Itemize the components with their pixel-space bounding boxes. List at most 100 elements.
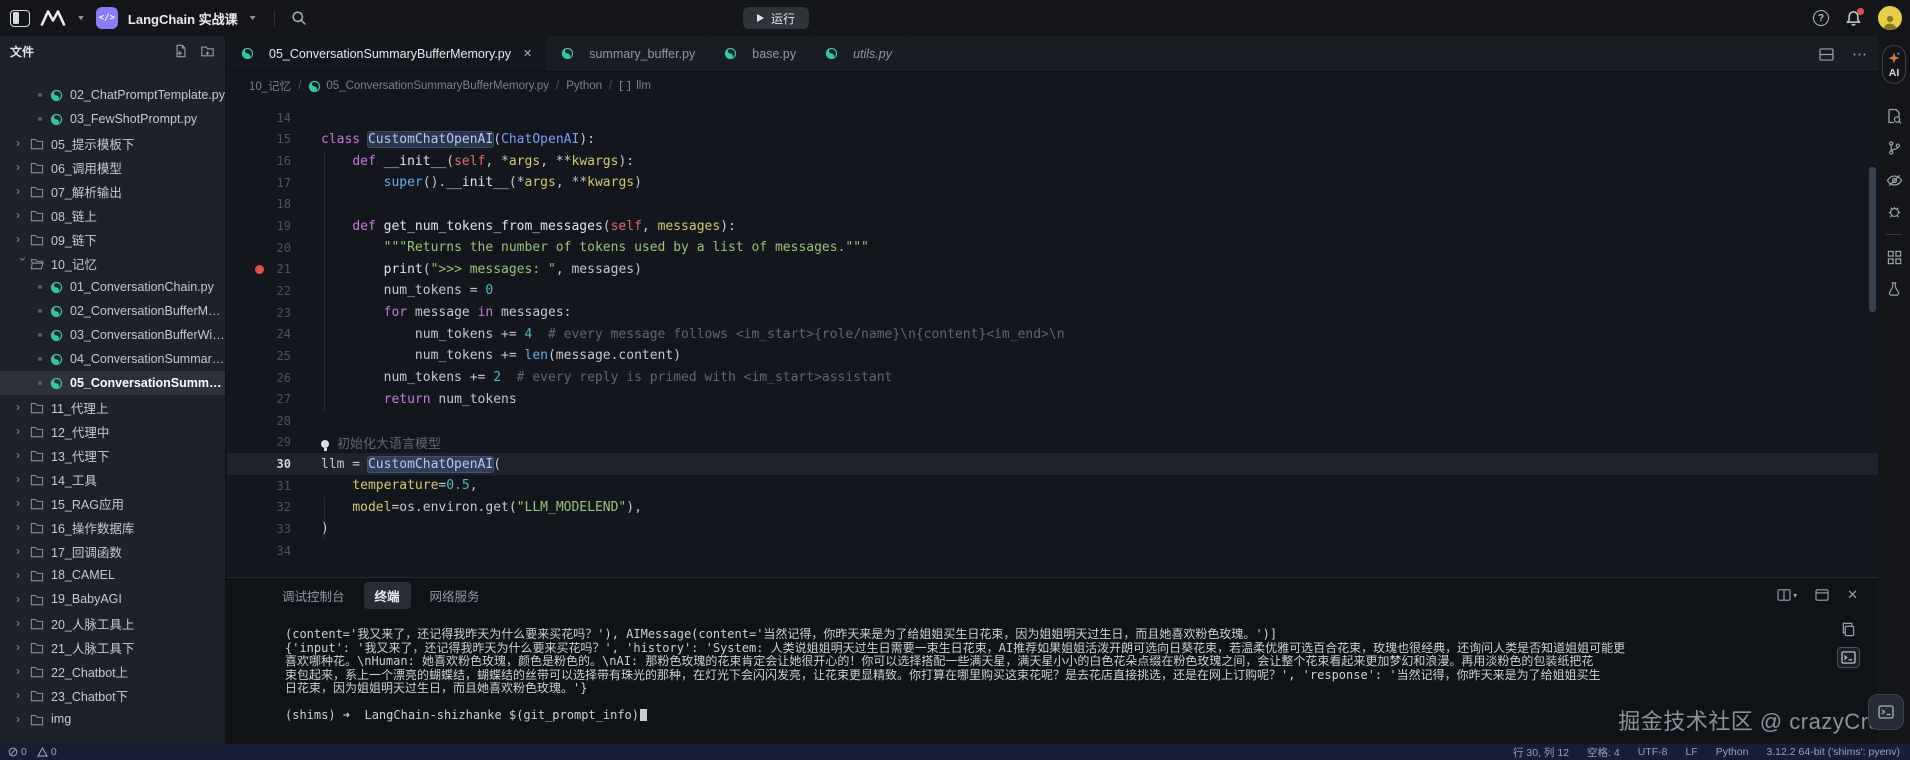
code-line-21[interactable]: 21 print(">>> messages: ", messages) [227,258,1878,280]
code-line-20[interactable]: 20 """Returns the number of tokens used … [227,237,1878,259]
avatar[interactable] [1878,6,1902,30]
new-file-icon[interactable] [174,44,188,58]
run-button[interactable]: 运行 [743,7,809,29]
copy-output-icon[interactable] [1841,622,1856,637]
sidebar-item-2[interactable]: ›05_提示模板下 [0,131,225,155]
errors-indicator[interactable]: 0 [8,746,27,758]
sidebar-item-9[interactable]: 02_ConversationBufferMemor... [0,299,225,323]
sidebar-item-26[interactable]: ›img [0,707,225,731]
panel-tab-2[interactable]: 网络服务 [419,582,491,609]
code-line-29[interactable]: 29初始化大语言模型 [227,432,1878,454]
panel-tab-0[interactable]: 调试控制台 [271,582,356,609]
project-name[interactable]: LangChain 实战课 [128,9,238,28]
sidebar-item-1[interactable]: 03_FewShotPrompt.py [0,107,225,131]
code-line-33[interactable]: 33) [227,518,1878,540]
status-segment-5[interactable]: 3.12.2 64-bit ('shims': pyenv) [1766,746,1900,758]
file-search-icon[interactable] [1878,100,1910,132]
breadcrumb-item-3[interactable]: llm [619,80,651,92]
sidebar-item-19[interactable]: ›17_回调函数 [0,539,225,563]
sidebar-item-24[interactable]: ›22_Chatbot上 [0,659,225,683]
code-line-32[interactable]: 32 model=os.environ.get("LLM_MODELEND"), [227,497,1878,519]
sidebar-item-10[interactable]: 03_ConversationBufferWindo... [0,323,225,347]
code-line-34[interactable]: 34 [227,540,1878,562]
panel-tab-1[interactable]: 终端 [364,582,411,609]
code-line-31[interactable]: 31 temperature=0.5, [227,475,1878,497]
new-folder-icon[interactable] [200,44,215,58]
breadcrumb-item-0[interactable]: 10_记忆 [249,78,291,94]
flask-icon[interactable] [1878,273,1910,305]
terminal-tab-icon[interactable] [1837,647,1860,668]
sidebar-item-7[interactable]: ›10_记忆 [0,251,225,275]
code-line-23[interactable]: 23 for message in messages: [227,302,1878,324]
status-segment-3[interactable]: LF [1685,746,1697,758]
split-terminal-icon[interactable]: ▾ [1777,589,1797,601]
sidebar-item-14[interactable]: ›12_代理中 [0,419,225,443]
code-line-30[interactable]: 30llm = CustomChatOpenAI( [227,453,1878,475]
app-logo-icon[interactable] [40,10,66,26]
breakpoint-icon[interactable] [255,265,264,274]
sidebar-item-6[interactable]: ›09_链下 [0,227,225,251]
status-segment-1[interactable]: 空格: 4 [1587,745,1620,760]
sidebar-item-5[interactable]: ›08_链上 [0,203,225,227]
tab-0[interactable]: 05_ConversationSummaryBufferMemory.py✕ [227,36,547,71]
git-branch-icon[interactable] [1878,132,1910,164]
tab-1[interactable]: summary_buffer.py [547,36,710,71]
code-line-14[interactable]: 14 [227,107,1878,129]
status-segment-0[interactable]: 行 30, 列 12 [1513,745,1569,760]
terminal-output[interactable]: (content='我又来了，还记得我昨天为什么要来买花吗？'), AIMess… [285,628,1792,723]
editor-scrollbar[interactable] [1869,167,1876,312]
ai-assistant-button[interactable]: AI [1882,45,1906,84]
sidebar-item-3[interactable]: ›06_调用模型 [0,155,225,179]
bug-icon[interactable] [1878,196,1910,228]
sidebar-item-8[interactable]: 01_ConversationChain.py [0,275,225,299]
chevron-down-icon[interactable]: ▼ [248,14,258,22]
code-line-27[interactable]: 27 return num_tokens [227,388,1878,410]
sidebar-item-18[interactable]: ›16_操作数据库 [0,515,225,539]
sidebar-item-20[interactable]: ›18_CAMEL [0,563,225,587]
code-line-24[interactable]: 24 num_tokens += 4 # every message follo… [227,323,1878,345]
more-actions-icon[interactable]: ⋯ [1852,45,1868,63]
warnings-indicator[interactable]: 0 [37,746,57,758]
notifications-icon[interactable] [1845,10,1862,27]
tab-3[interactable]: utils.py [811,36,907,71]
code-line-15[interactable]: 15class CustomChatOpenAI(ChatOpenAI): [227,129,1878,151]
floating-terminal-button[interactable] [1868,694,1904,730]
toggle-sidebar-icon[interactable] [10,10,30,27]
eye-off-icon[interactable] [1878,164,1910,196]
sidebar-item-22[interactable]: ›20_人脉工具上 [0,611,225,635]
sidebar-item-25[interactable]: ›23_Chatbot下 [0,683,225,707]
sidebar-item-15[interactable]: ›13_代理下 [0,443,225,467]
sidebar-item-23[interactable]: ›21_人脉工具下 [0,635,225,659]
close-icon[interactable]: ✕ [523,47,532,60]
grid-icon[interactable] [1878,241,1910,273]
breadcrumb-item-2[interactable]: Python [566,80,602,92]
code-line-16[interactable]: 16 def __init__(self, *args, **kwargs): [227,150,1878,172]
code-line-19[interactable]: 19 def get_num_tokens_from_messages(self… [227,215,1878,237]
status-segment-4[interactable]: Python [1716,746,1749,758]
close-panel-icon[interactable]: ✕ [1847,587,1858,603]
terminal-prompt[interactable]: (shims) ➜ LangChain-shizhanke $(git_prom… [285,709,1792,723]
maximize-panel-icon[interactable] [1815,589,1829,601]
status-segment-2[interactable]: UTF-8 [1638,746,1668,758]
sidebar-item-0[interactable]: 02_ChatPromptTemplate.py [0,83,225,107]
code-line-17[interactable]: 17 super().__init__(*args, **kwargs) [227,172,1878,194]
help-icon[interactable]: ? [1813,10,1829,26]
code-line-26[interactable]: 26 num_tokens += 2 # every reply is prim… [227,367,1878,389]
search-icon[interactable] [291,10,307,26]
tab-2[interactable]: base.py [710,36,811,71]
code-line-22[interactable]: 22 num_tokens = 0 [227,280,1878,302]
sidebar-item-13[interactable]: ›11_代理上 [0,395,225,419]
breadcrumb-item-1[interactable]: 05_ConversationSummaryBufferMemory.py [308,80,549,93]
split-editor-icon[interactable] [1819,48,1834,61]
sidebar-item-16[interactable]: ›14_工具 [0,467,225,491]
sidebar-item-4[interactable]: ›07_解析输出 [0,179,225,203]
code-line-28[interactable]: 28 [227,410,1878,432]
chevron-down-icon[interactable]: ▼ [76,14,86,22]
code-editor[interactable]: 10_记忆/05_ConversationSummaryBufferMemory… [227,72,1878,577]
sidebar-item-11[interactable]: 04_ConversationSummaryMe... [0,347,225,371]
code-line-25[interactable]: 25 num_tokens += len(message.content) [227,345,1878,367]
sidebar-item-21[interactable]: ›19_BabyAGI [0,587,225,611]
code-line-18[interactable]: 18 [227,194,1878,216]
sidebar-item-12[interactable]: 05_ConversationSummaryBuf... [0,371,225,395]
sidebar-item-17[interactable]: ›15_RAG应用 [0,491,225,515]
